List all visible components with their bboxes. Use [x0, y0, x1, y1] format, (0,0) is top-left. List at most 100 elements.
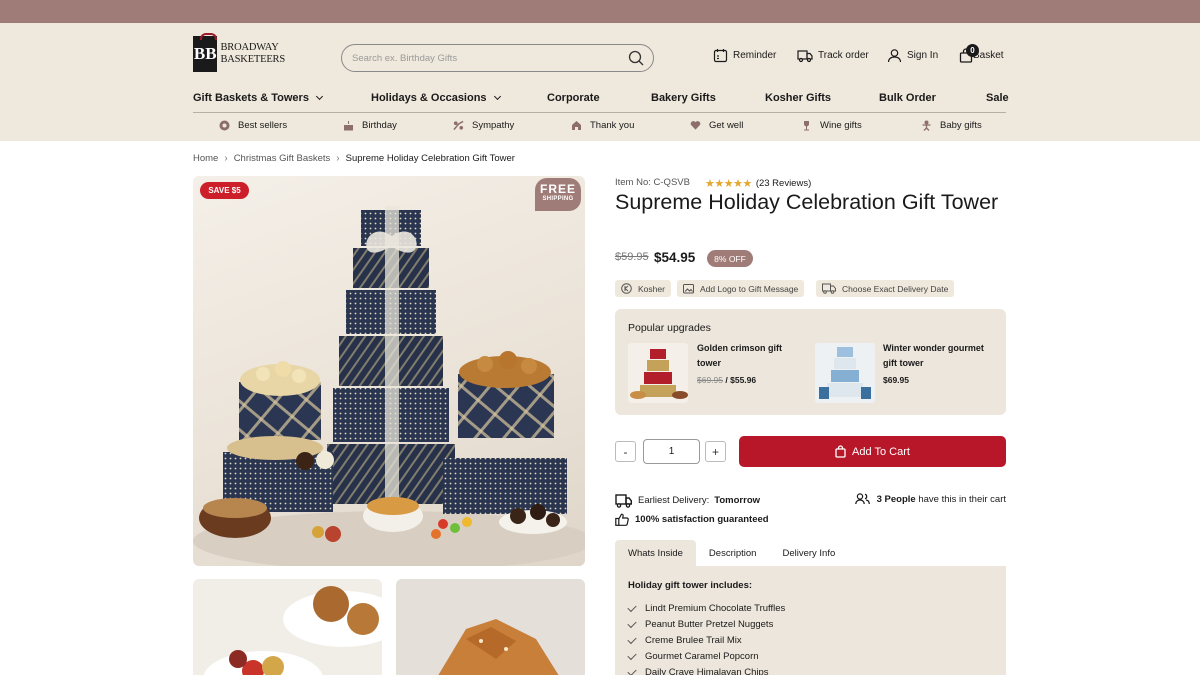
search-input[interactable]: [352, 52, 622, 64]
flower-icon: [453, 120, 464, 131]
tag-label: Add Logo to Gift Message: [700, 283, 799, 294]
shortcut-birthday[interactable]: Birthday: [343, 120, 397, 131]
nav-holidays-occasions[interactable]: Holidays & Occasions: [371, 92, 501, 104]
shortcut-label: Best sellers: [238, 120, 288, 131]
tag-label: Kosher: [638, 283, 665, 294]
chevron-down-icon: [493, 92, 501, 101]
upgrade-image[interactable]: [628, 343, 688, 403]
brand-logo[interactable]: BB BROADWAY BASKETEERS: [193, 33, 285, 73]
shortcut-baby-gifts[interactable]: Baby gifts: [921, 120, 982, 131]
chevron-right-icon: ›: [224, 153, 228, 164]
breadcrumb-current: Supreme Holiday Celebration Gift Tower: [345, 153, 515, 164]
tab-whats-inside[interactable]: Whats Inside: [615, 540, 696, 566]
nav-label: Kosher Gifts: [765, 92, 832, 104]
search-icon[interactable]: [628, 50, 644, 66]
breadcrumb: Home › Christmas Gift Baskets › Supreme …: [193, 153, 515, 164]
upgrade-name[interactable]: Winter wonder gourmet gift tower: [883, 341, 998, 370]
check-icon: [627, 650, 637, 661]
nav-kosher-gifts[interactable]: Kosher Gifts: [765, 92, 831, 104]
tab-delivery-info[interactable]: Delivery Info: [769, 540, 848, 566]
nav-label: Corporate: [547, 92, 600, 104]
product-thumbnail[interactable]: [396, 579, 585, 675]
nav-label: Sale: [986, 92, 1009, 104]
breadcrumb-category[interactable]: Christmas Gift Baskets: [234, 153, 331, 164]
shortcut-label: Baby gifts: [940, 120, 982, 131]
nav-label: Bakery Gifts: [651, 92, 716, 104]
tag-label: Choose Exact Delivery Date: [842, 283, 949, 294]
truck-icon: [822, 283, 836, 294]
truck-icon: [797, 50, 813, 63]
product-main-image[interactable]: [193, 176, 585, 566]
tab-description[interactable]: Description: [696, 540, 770, 566]
satisfaction-guarantee: 100% satisfaction guaranteed: [615, 513, 769, 526]
quantity-increase-button[interactable]: +: [705, 441, 726, 462]
popular-upgrades-panel: Popular upgrades Golden crimson gift tow…: [615, 309, 1006, 415]
product-thumbnail[interactable]: [193, 579, 382, 675]
breadcrumb-home[interactable]: Home: [193, 153, 218, 164]
users-icon: [854, 493, 870, 505]
basket-count-badge: 0: [966, 44, 979, 57]
contents-list: Lindt Premium Chocolate Truffles Peanut …: [627, 601, 786, 675]
delivery-date-tag[interactable]: Choose Exact Delivery Date: [816, 280, 955, 297]
nav-sale[interactable]: Sale: [986, 92, 1009, 104]
shortcut-thank-you[interactable]: Thank you: [571, 120, 634, 131]
thumbs-up-icon: [615, 513, 629, 526]
shopping-bag-icon: [835, 445, 846, 458]
add-logo-tag[interactable]: Add Logo to Gift Message: [677, 280, 805, 297]
list-item: Peanut Butter Pretzel Nuggets: [627, 617, 785, 633]
add-to-cart-button[interactable]: Add To Cart: [739, 436, 1006, 467]
shortcut-label: Get well: [709, 120, 744, 131]
free-label: FREE: [539, 182, 576, 196]
add-to-cart-label: Add To Cart: [852, 445, 910, 458]
list-item-text: Gourmet Caramel Popcorn: [645, 651, 759, 662]
track-order-link[interactable]: Track order: [797, 48, 869, 63]
baby-icon: [921, 120, 932, 131]
logo-line-2: BASKETEERS: [220, 54, 285, 65]
reminder-label: Reminder: [733, 50, 777, 61]
calendar-icon: [713, 49, 728, 63]
nav-bakery-gifts[interactable]: Bakery Gifts: [651, 92, 716, 104]
nav-corporate[interactable]: Corporate: [547, 92, 600, 104]
delivery-value: Tomorrow: [714, 495, 761, 506]
list-item-text: Creme Brulee Trail Mix: [645, 635, 742, 646]
nav-gift-baskets-towers[interactable]: Gift Baskets & Towers: [193, 92, 323, 104]
kosher-icon: [621, 283, 632, 294]
image-upload-icon: [683, 283, 694, 294]
reminder-link[interactable]: Reminder: [713, 48, 776, 63]
shortcut-best-sellers[interactable]: Best sellers: [219, 120, 287, 131]
list-item-text: Lindt Premium Chocolate Truffles: [645, 603, 786, 614]
search-bar: [341, 44, 654, 72]
earliest-delivery: Earliest Delivery: Tomorrow: [615, 493, 760, 508]
upgrade-image[interactable]: [815, 343, 875, 403]
shortcut-label: Thank you: [590, 120, 635, 131]
shipping-label: SHIPPING: [542, 196, 574, 202]
logo-line-1: BROADWAY: [220, 42, 279, 53]
nav-label: Bulk Order: [879, 92, 936, 104]
cake-icon: [343, 120, 354, 131]
nav-bulk-order[interactable]: Bulk Order: [879, 92, 936, 104]
sale-price: $54.95: [654, 250, 696, 265]
save-badge: SAVE $5: [200, 182, 249, 199]
shortcut-get-well[interactable]: Get well: [690, 120, 743, 131]
quantity-decrease-button[interactable]: -: [615, 441, 636, 462]
shortcut-sympathy[interactable]: Sympathy: [453, 120, 514, 131]
delivery-label: Earliest Delivery:: [638, 495, 710, 506]
shortcut-label: Sympathy: [472, 120, 515, 131]
free-shipping-badge: FREE SHIPPING: [535, 178, 581, 211]
logo-monogram: BB: [193, 33, 218, 72]
sign-in-link[interactable]: Sign In: [887, 48, 938, 63]
list-item: Daily Crave Himalayan Chips: [627, 665, 785, 675]
discount-badge: 8% OFF: [707, 250, 753, 267]
upgrade-name[interactable]: Golden crimson gift tower: [697, 341, 807, 370]
golden-crimson-tower-image: [628, 343, 688, 403]
shortcut-wine-gifts[interactable]: Wine gifts: [801, 120, 862, 131]
quantity-input[interactable]: [643, 439, 700, 464]
list-item-text: Peanut Butter Pretzel Nuggets: [645, 619, 774, 630]
sign-in-label: Sign In: [907, 50, 939, 61]
check-icon: [627, 602, 637, 613]
badge-icon: [219, 120, 230, 131]
wine-glass-icon: [801, 120, 812, 131]
item-number: Item No: C-QSVB: [615, 177, 690, 188]
chevron-down-icon: [315, 92, 323, 101]
user-icon: [887, 49, 902, 63]
